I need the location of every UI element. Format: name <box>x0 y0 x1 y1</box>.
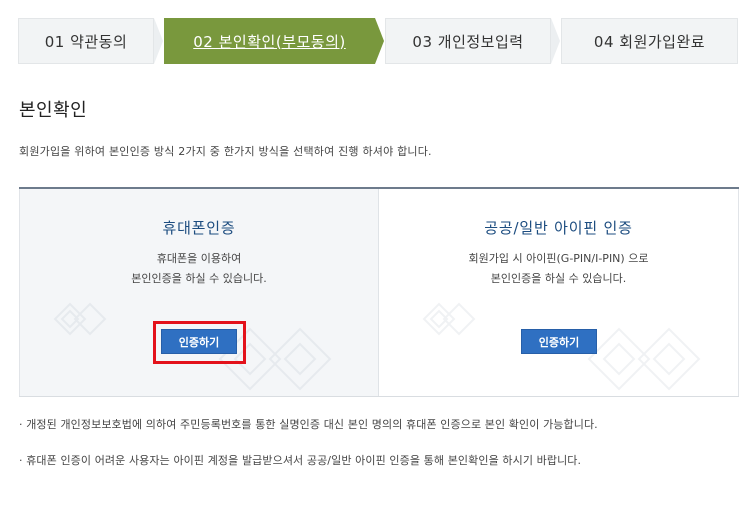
pattern-watermark-icon <box>422 302 476 336</box>
phone-auth-desc-line1: 휴대폰을 이용하여 <box>156 252 242 265</box>
ipin-auth-desc-line2: 본인인증을 하실 수 있습니다. <box>490 272 627 285</box>
step-complete-label: 04 회원가입완료 <box>593 32 706 51</box>
signup-steps: 01 약관동의 02 본인확인(부모동의) 03 개인정보입력 04 회원가입완… <box>18 18 738 64</box>
phone-auth-button[interactable]: 인증하기 <box>161 329 237 354</box>
auth-options: 휴대폰인증 휴대폰을 이용하여 본인인증을 하실 수 있습니다. 인증하기 공공… <box>19 187 739 397</box>
signup-page: 01 약관동의 02 본인확인(부모동의) 03 개인정보입력 04 회원가입완… <box>0 0 753 510</box>
pattern-watermark-icon <box>53 302 107 336</box>
step-arrow-icon <box>375 18 384 64</box>
ipin-auth-button[interactable]: 인증하기 <box>521 329 597 354</box>
step-arrow-icon <box>551 18 560 64</box>
phone-auth-panel: 휴대폰인증 휴대폰을 이용하여 본인인증을 하실 수 있습니다. 인증하기 <box>19 189 379 396</box>
notice-text: · 개정된 개인정보보호법에 의하여 주민등록번호를 통한 실명인증 대신 본인… <box>19 418 598 431</box>
step-personal-info-label: 03 개인정보입력 <box>412 32 524 51</box>
ipin-auth-description: 회원가입 시 아이핀(G-PIN/I-PIN) 으로 본인인증을 하실 수 있습… <box>379 249 738 289</box>
step-arrow-icon <box>154 18 163 64</box>
ipin-auth-desc-line1: 회원가입 시 아이핀(G-PIN/I-PIN) 으로 <box>468 252 649 265</box>
step-terms: 01 약관동의 <box>18 18 154 64</box>
step-identity-label: 02 본인확인(부모동의) <box>193 32 346 51</box>
page-description: 회원가입을 위하여 본인인증 방식 2가지 중 한가지 방식을 선택하여 진행 … <box>19 145 432 158</box>
step-identity-active: 02 본인확인(부모동의) <box>164 18 375 64</box>
notice-text: · 휴대폰 인증이 어려운 사용자는 아이핀 계정을 발급받으셔서 공공/일반 … <box>19 454 582 467</box>
phone-auth-description: 휴대폰을 이용하여 본인인증을 하실 수 있습니다. <box>20 249 378 289</box>
ipin-auth-panel: 공공/일반 아이핀 인증 회원가입 시 아이핀(G-PIN/I-PIN) 으로 … <box>379 189 739 396</box>
step-complete: 04 회원가입완료 <box>561 18 738 64</box>
ipin-auth-title: 공공/일반 아이핀 인증 <box>484 219 633 237</box>
step-terms-label: 01 약관동의 <box>44 32 128 51</box>
pattern-watermark-icon <box>587 327 701 391</box>
phone-auth-desc-line2: 본인인증을 하실 수 있습니다. <box>131 272 267 285</box>
phone-auth-title: 휴대폰인증 <box>162 219 236 237</box>
page-title: 본인확인 <box>19 100 88 121</box>
step-personal-info: 03 개인정보입력 <box>385 18 551 64</box>
